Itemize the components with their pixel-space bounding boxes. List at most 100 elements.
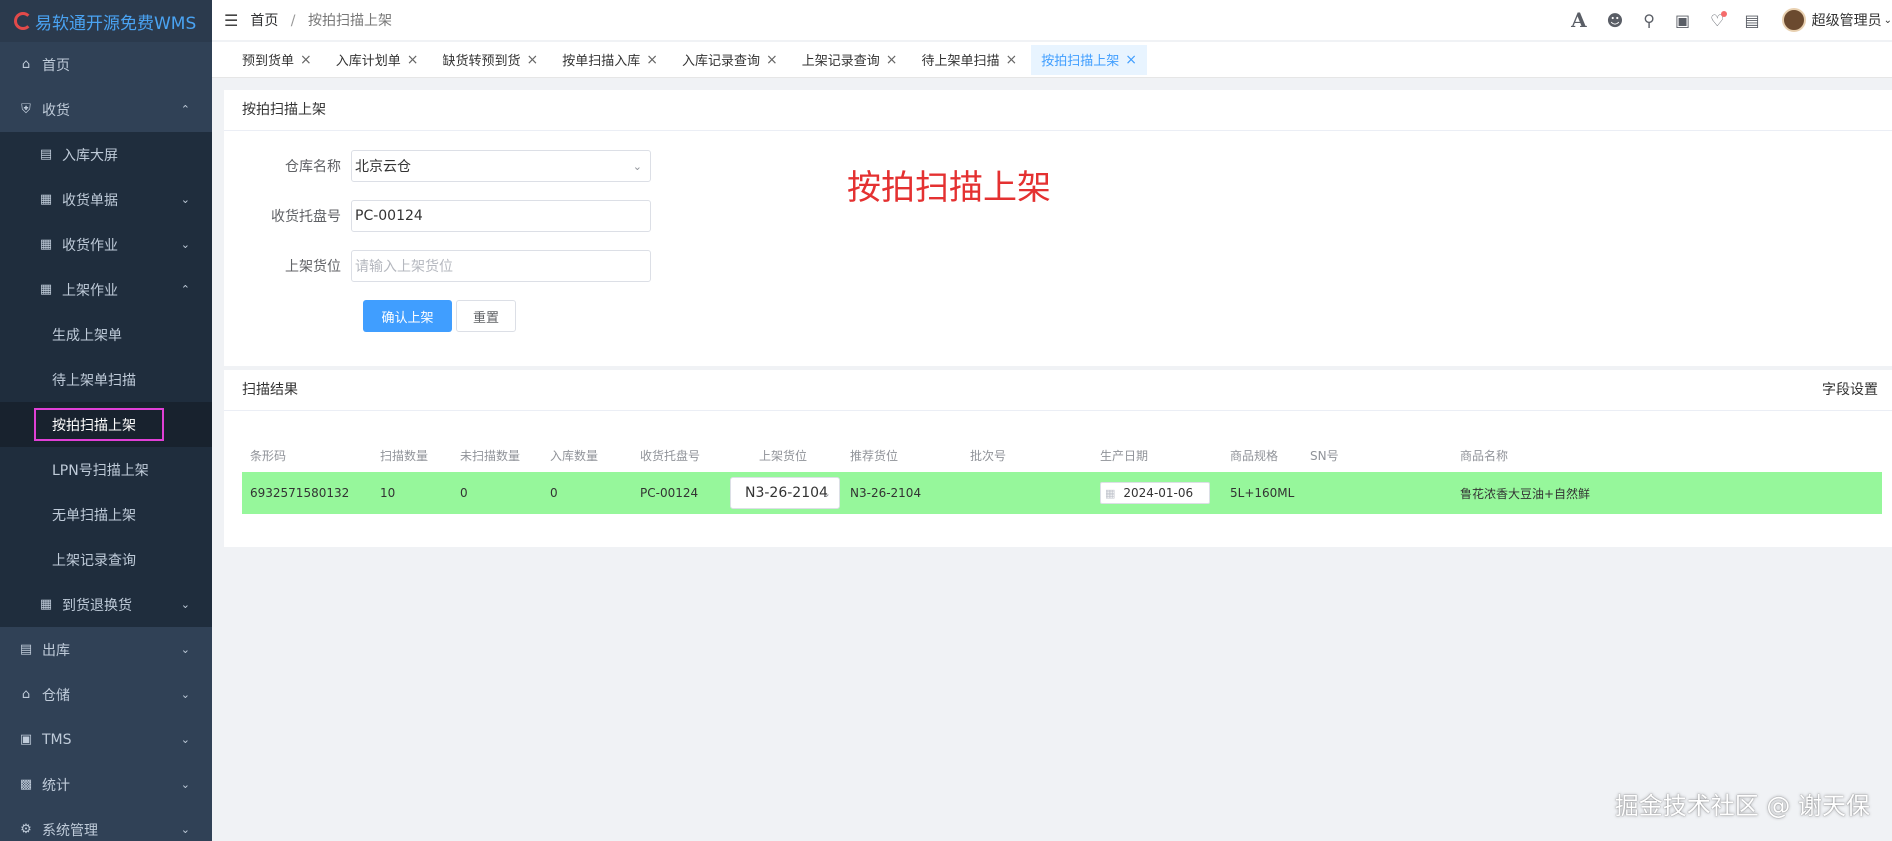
sidebar-item-system[interactable]: ⚙ 系统管理 ⌄ [0,807,212,841]
sidebar-item-label: 入库大屏 [62,147,118,164]
screen-icon[interactable]: ▣ [1675,11,1690,30]
tab-inbound-plan[interactable]: 入库计划单 × [326,45,429,75]
grid-icon: ▦ [39,192,53,207]
chevron-up-icon: ⌃ [180,103,190,116]
pallet-row: 收货托盘号 PC-00124 [224,200,651,232]
sidebar-item-pallet-scan-putaway[interactable]: 按拍扫描上架 [0,402,212,447]
bell-icon[interactable]: ♡ [1710,10,1728,30]
location-select-cell: N3-26-2104 ⌄ [730,472,840,514]
sidebar-item-label: 待上架单扫描 [52,372,136,389]
location-input[interactable]: 请输入上架货位 [351,250,651,282]
cell-spec: 5L+160ML [1230,486,1295,500]
column-header: 商品规格 [1230,448,1279,463]
sidebar-item-label: 仓储 [42,687,70,704]
close-icon[interactable]: × [1125,52,1137,68]
warehouse-select[interactable]: 北京云仓 ⌄ [351,150,651,182]
sidebar-item-putaway-records[interactable]: 上架记录查询 [0,537,212,582]
column-header: 未扫描数量 [460,448,521,463]
close-icon[interactable]: × [407,52,419,68]
receive-icon: ⛨ [21,102,31,117]
close-icon[interactable]: × [886,52,898,68]
results-title: 扫描结果 [242,382,298,398]
sidebar-item-putaway-ops[interactable]: ▦ 上架作业 ⌃ [0,267,212,312]
location-select-value: N3-26-2104 [745,485,828,501]
sidebar-item-inbound-screen[interactable]: ▤ 入库大屏 [0,132,212,177]
sidebar-item-generate-putaway[interactable]: 生成上架单 [0,312,212,357]
menu-toggle-icon[interactable]: ☰ [224,11,238,30]
tab-putaway-records[interactable]: 上架记录查询 × [792,45,908,75]
notification-dot [1721,10,1728,17]
column-header: 扫描数量 [380,448,429,463]
cell-recommended-location: N3-26-2104 [850,486,922,500]
tab-pallet-scan-putaway[interactable]: 按拍扫描上架 × [1031,44,1147,75]
location-row: 上架货位 请输入上架货位 [224,250,651,282]
grid-icon: ▦ [39,237,53,252]
close-icon[interactable]: × [300,52,312,68]
chevron-down-icon: ⌄ [632,159,642,173]
close-icon[interactable]: × [646,52,658,68]
search-icon[interactable]: ⚲ [1643,11,1655,30]
sidebar-item-stats[interactable]: ▩ 统计 ⌄ [0,762,212,807]
sidebar-item-returns[interactable]: ▦ 到货退换货 ⌄ [0,582,212,627]
column-header: 批次号 [970,448,1007,463]
chevron-down-icon: ⌄ [180,823,190,836]
app-title: 易软通开源免费WMS [35,13,197,34]
pallet-input[interactable]: PC-00124 [351,200,651,232]
confirm-putaway-button[interactable]: 确认上架 [363,300,452,332]
sidebar-item-label: 上架记录查询 [52,552,136,569]
app-logo[interactable]: 易软通开源免费WMS [0,0,212,42]
navbar-actions: A ☻ ⚲ ▣ ♡ ▤ 超级管理员 ⌄ [1551,0,1892,40]
chevron-down-icon: ⌄ [180,778,190,791]
sidebar-item-lpn-scan-putaway[interactable]: LPN号扫描上架 [0,447,212,492]
outbound-icon: ▤ [19,642,33,657]
column-header: SN号 [1310,448,1339,463]
tab-inbound-records[interactable]: 入库记录查询 × [672,45,788,75]
sidebar-item-pending-putaway-scan[interactable]: 待上架单扫描 [0,357,212,402]
table-row[interactable]: 6932571580132 10 0 0 PC-00124 N3-26-2104… [242,472,1882,514]
tab-label: 缺货转预到货 [442,54,521,69]
document-icon[interactable]: ▤ [1744,11,1759,30]
logo-icon [14,12,32,30]
breadcrumb-home[interactable]: 首页 [250,13,278,29]
chevron-down-icon: ⌄ [821,486,831,500]
tab-pending-putaway-scan[interactable]: 待上架单扫描 × [912,45,1028,75]
sidebar-item-tms[interactable]: ▣ TMS ⌄ [0,717,212,762]
close-icon[interactable]: × [766,52,778,68]
user-switch-icon[interactable]: ☻ [1607,11,1624,30]
location-select[interactable]: N3-26-2104 ⌄ [730,477,840,509]
cell-barcode: 6932571580132 [250,486,350,500]
tab-order-scan-inbound[interactable]: 按单扫描入库 × [552,45,668,75]
sidebar-item-label: 收货 [42,102,70,119]
reset-button[interactable]: 重置 [456,300,516,332]
font-size-icon[interactable]: A [1571,8,1587,32]
sidebar-item-home[interactable]: ⌂ 首页 [0,42,212,87]
close-icon[interactable]: × [1006,52,1018,68]
home-icon: ⌂ [21,57,31,72]
location-label: 上架货位 [285,259,341,275]
sidebar-item-label: 收货作业 [62,237,118,254]
avatar[interactable] [1781,8,1806,32]
column-header: 上架货位 [759,448,808,463]
page-title: 按拍扫描上架 [847,168,1051,208]
production-date-picker[interactable]: ▦ 2024-01-06 [1100,482,1210,504]
sidebar-item-no-order-scan-putaway[interactable]: 无单扫描上架 [0,492,212,537]
sidebar-item-receive[interactable]: ⛨ 收货 ⌃ [0,87,212,132]
user-name[interactable]: 超级管理员 [1812,10,1882,30]
sidebar-item-receipt-ops[interactable]: ▦ 收货作业 ⌄ [0,222,212,267]
chevron-down-icon: ⌄ [180,193,190,206]
chevron-down-icon[interactable]: ⌄ [1884,15,1892,26]
tab-shortage-to-pre-arrival[interactable]: 缺货转预到货 × [433,45,549,75]
cell-pallet: PC-00124 [640,486,699,500]
field-settings-link[interactable]: 字段设置 [1822,370,1878,410]
sidebar-item-outbound[interactable]: ▤ 出库 ⌄ [0,627,212,672]
sidebar-item-receipt-docs[interactable]: ▦ 收货单据 ⌄ [0,177,212,222]
cell-product-name: 鲁花浓香大豆油+自然鲜 [1460,486,1591,501]
column-header: 商品名称 [1460,448,1509,463]
close-icon[interactable]: × [527,52,539,68]
chevron-down-icon: ⌄ [180,643,190,656]
sidebar-item-warehouse[interactable]: ⌂ 仓储 ⌄ [0,672,212,717]
column-header: 收货托盘号 [640,448,701,463]
watermark: 掘金技术社区 @ 谢天保 [1614,792,1870,820]
tab-pre-arrival[interactable]: 预到货单 × [232,45,322,75]
table-header: 条形码 扫描数量 未扫描数量 入库数量 收货托盘号 上架货位 推荐货位 批次号 … [242,438,1882,472]
